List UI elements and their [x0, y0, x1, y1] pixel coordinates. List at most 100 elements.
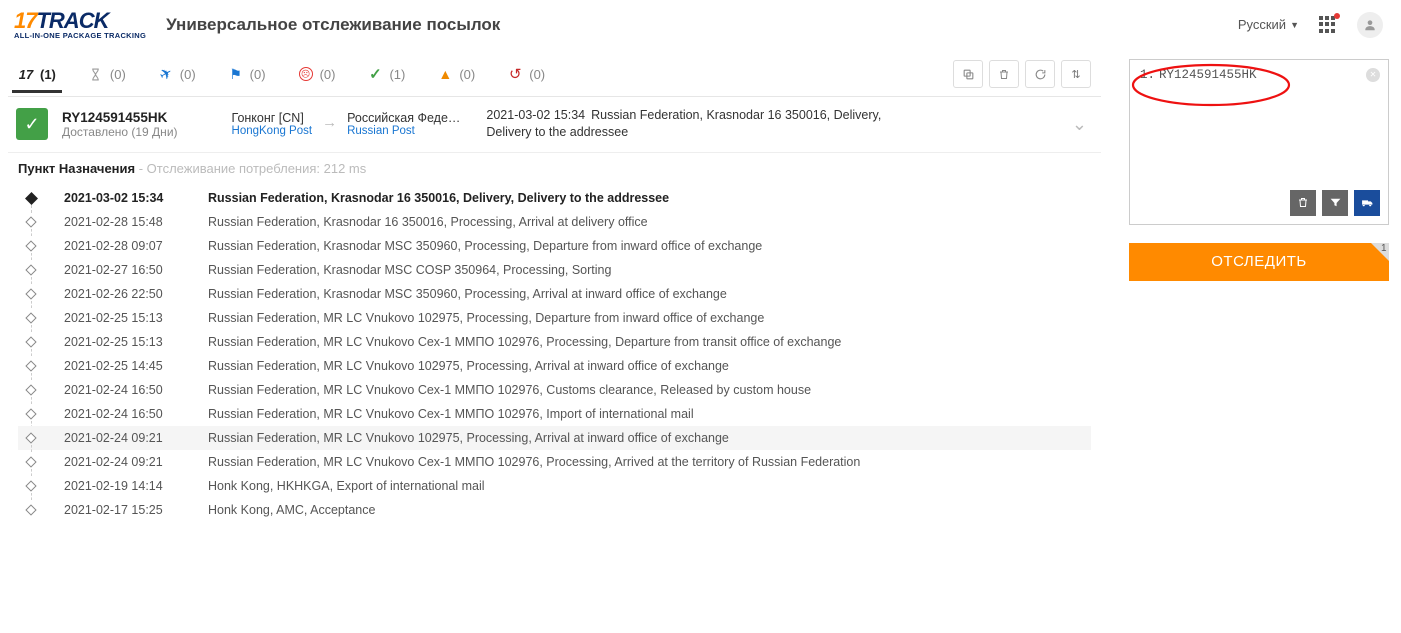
timeline-row[interactable]: 2021-02-26 22:50 Russian Federation, Kras…	[18, 282, 1091, 306]
timeline-date: 2021-02-24 09:21	[64, 431, 184, 445]
timeline-text: Russian Federation, Krasnodar MSC 350960…	[208, 239, 1091, 253]
tab-flag[interactable]: ⚑ (0)	[226, 56, 268, 92]
timeline-date: 2021-02-28 09:07	[64, 239, 184, 253]
sort-button[interactable]: ⇅	[1061, 60, 1091, 88]
timeline-row[interactable]: 2021-02-19 14:14Honk Kong, HKHKGA, Expor…	[18, 474, 1091, 498]
timeline-text: Honk Kong, AMC, Acceptance	[208, 503, 1091, 517]
tab-alert[interactable]: ☹ (0)	[296, 56, 338, 92]
timeline-text: Russian Federation, Krasnodar MSC COSP 3…	[208, 263, 1091, 277]
input-tracking-value: RY124591455HK	[1159, 68, 1257, 82]
timeline: 2021-03-02 15:34 Russian Federation, Kras…	[8, 184, 1101, 532]
timeline-date: 2021-02-24 09:21	[64, 455, 184, 469]
carrier-button[interactable]	[1354, 190, 1380, 216]
check-icon: ✓	[367, 66, 383, 82]
timeline-row[interactable]: 2021-02-27 16:50 Russian Federation, Kras…	[18, 258, 1091, 282]
timeline-date: 2021-02-17 15:25	[64, 503, 184, 517]
timeline-date: 2021-02-25 15:13	[64, 311, 184, 325]
notification-dot	[1334, 13, 1340, 19]
tracking-number: RY124591455HK	[62, 110, 178, 125]
destination-label: Пункт Назначения	[18, 161, 135, 176]
timeline-row[interactable]: 2021-02-28 15:48Russian Federation, Kras…	[18, 210, 1091, 234]
origin-carrier[interactable]: HongKong Post	[232, 125, 313, 137]
tracking-consumption: - Отслеживание потребления: 212 ms	[135, 161, 366, 176]
timeline-marker-icon	[22, 455, 40, 466]
tab-delivered[interactable]: ✓ (1)	[365, 56, 407, 92]
clear-input-icon[interactable]: ✕	[1366, 68, 1380, 82]
timeline-marker-icon	[22, 383, 40, 394]
refresh-button[interactable]	[1025, 60, 1055, 88]
timeline-date: 2021-02-25 15:13	[64, 335, 184, 349]
tab-transit[interactable]: ✈ (0)	[156, 56, 198, 92]
timeline-marker-icon	[22, 359, 40, 370]
sad-face-icon: ☹	[298, 66, 314, 82]
language-selector[interactable]: Русский ▼	[1238, 17, 1299, 32]
timeline-date: 2021-02-24 16:50	[64, 383, 184, 397]
chevron-down-icon: ▼	[1290, 20, 1299, 30]
logo-17: 17	[14, 8, 36, 33]
delete-input-button[interactable]	[1290, 190, 1316, 216]
timeline-row[interactable]: 2021-02-24 16:50Russian Federation, MR L…	[18, 402, 1091, 426]
tab-pending[interactable]: (0)	[86, 56, 128, 92]
timeline-marker-icon	[22, 479, 40, 490]
tab-warning[interactable]: ▲ (0)	[435, 56, 477, 92]
timeline-text: Russian Federation, MR LC Vnukovo Cex-1 …	[208, 383, 1091, 397]
timeline-text: Russian Federation, MR LC Vnukovo 102975…	[208, 431, 1091, 445]
timeline-row[interactable]: 2021-02-17 15:25 Honk Kong, AMC, Acceptan…	[18, 498, 1091, 522]
timeline-marker-icon	[22, 311, 40, 322]
timeline-text: Russian Federation, MR LC Vnukovo Cex-1 …	[208, 407, 1091, 421]
tab-returned[interactable]: ↺ (0)	[505, 56, 547, 92]
collapse-icon[interactable]: ⌄	[1072, 114, 1087, 135]
timeline-text: Russian Federation, Krasnodar 16 350016,…	[208, 191, 1091, 205]
dest-country: Российская Феде…	[347, 111, 460, 125]
top-bar: 17TRACK ALL-IN-ONE PACKAGE TRACKING Унив…	[0, 0, 1401, 53]
timeline-marker-icon	[22, 431, 40, 442]
logo[interactable]: 17TRACK ALL-IN-ONE PACKAGE TRACKING	[14, 10, 146, 40]
timeline-marker-icon	[22, 335, 40, 346]
hourglass-icon	[88, 66, 104, 82]
tab-alert-count: (0)	[320, 67, 336, 82]
plane-icon: ✈	[155, 63, 177, 85]
timeline-row[interactable]: 2021-02-24 09:21Russian Federation, MR L…	[18, 450, 1091, 474]
timeline-date: 2021-02-27 16:50	[64, 263, 184, 277]
tab-warning-count: (0)	[459, 67, 475, 82]
timeline-date: 2021-02-25 14:45	[64, 359, 184, 373]
timeline-marker-icon	[22, 503, 40, 514]
input-line-number: 1.	[1140, 68, 1155, 82]
route-info: Гонконг [CN] HongKong Post → Российская …	[232, 111, 461, 137]
shipment-summary[interactable]: ✓ RY124591455HK Доставлено (19 Дни) Гонк…	[8, 97, 1101, 153]
logo-subtitle: ALL-IN-ONE PACKAGE TRACKING	[14, 32, 146, 40]
dest-carrier[interactable]: Russian Post	[347, 125, 460, 137]
tracking-input[interactable]: 1. RY124591455HK ✕	[1129, 59, 1389, 225]
timeline-marker-icon	[22, 215, 40, 226]
delete-button[interactable]	[989, 60, 1019, 88]
destination-header: Пункт Назначения - Отслеживание потребле…	[8, 153, 1101, 184]
timeline-row[interactable]: 2021-02-28 09:07 Russian Federation, Kras…	[18, 234, 1091, 258]
tab-flag-count: (0)	[250, 67, 266, 82]
timeline-text: Russian Federation, Krasnodar MSC 350960…	[208, 287, 1091, 301]
timeline-text: Honk Kong, HKHKGA, Export of internation…	[208, 479, 1091, 493]
timeline-row[interactable]: 2021-03-02 15:34 Russian Federation, Kras…	[18, 186, 1091, 210]
timeline-date: 2021-02-28 15:48	[64, 215, 184, 229]
timeline-row[interactable]: 2021-02-24 16:50 Russian Federation, MR L…	[18, 378, 1091, 402]
timeline-row[interactable]: 2021-02-25 15:13Russian Federation, MR L…	[18, 330, 1091, 354]
filter-input-button[interactable]	[1322, 190, 1348, 216]
timeline-date: 2021-03-02 15:34	[64, 191, 184, 205]
tab-delivered-count: (1)	[389, 67, 405, 82]
all-icon: 17	[18, 66, 34, 82]
track-button[interactable]: ОТСЛЕДИТЬ 1	[1129, 243, 1389, 281]
user-avatar[interactable]	[1357, 12, 1383, 38]
logo-track: TRACK	[36, 8, 108, 33]
timeline-date: 2021-02-26 22:50	[64, 287, 184, 301]
timeline-row[interactable]: 2021-02-24 09:21 Russian Federation, MR L…	[18, 426, 1091, 450]
apps-icon[interactable]	[1319, 16, 1337, 34]
timeline-marker-icon	[22, 287, 40, 298]
return-icon: ↺	[507, 66, 523, 82]
warning-icon: ▲	[437, 66, 453, 82]
copy-button[interactable]	[953, 60, 983, 88]
track-button-label: ОТСЛЕДИТЬ	[1211, 253, 1306, 270]
timeline-marker-icon	[22, 191, 40, 203]
timeline-row[interactable]: 2021-02-25 15:13Russian Federation, MR L…	[18, 306, 1091, 330]
tab-all[interactable]: 17 (1)	[16, 56, 58, 92]
timeline-row[interactable]: 2021-02-25 14:45Russian Federation, MR L…	[18, 354, 1091, 378]
track-count-badge: 1	[1381, 243, 1387, 254]
